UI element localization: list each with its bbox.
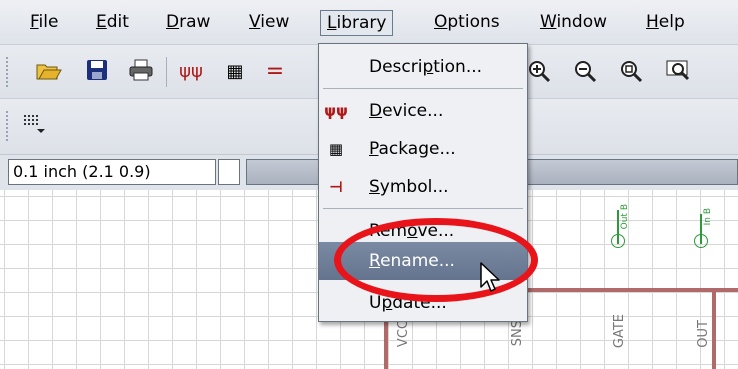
menu-item-package[interactable]: ▦ Package... [319, 130, 527, 168]
menu-mnemonic: D [166, 12, 180, 32]
pin-circle[interactable] [694, 234, 708, 248]
menu-mnemonic: V [249, 12, 261, 32]
pin-name: In B [703, 208, 713, 226]
zoom-in-icon[interactable] [526, 59, 552, 85]
menu-item-symbol[interactable]: ⊣ Symbol... [319, 168, 527, 206]
pin-label: VCC [396, 320, 411, 348]
mouse-pointer-icon [480, 262, 502, 298]
menu-item-description[interactable]: Description... [319, 48, 527, 86]
menu-mnemonic: E [96, 12, 107, 32]
save-icon[interactable] [84, 59, 110, 85]
menu-separator [323, 88, 523, 89]
menu-draw[interactable]: Draw [160, 10, 216, 36]
toolbar-grip[interactable] [6, 111, 12, 141]
pin-label: GATE [612, 314, 627, 349]
menu-edit[interactable]: Edit [90, 10, 135, 36]
device-icon[interactable]: ψψ [178, 59, 204, 85]
open-folder-icon[interactable] [36, 59, 62, 85]
menu-view[interactable]: View [243, 10, 295, 36]
menu-bar: File Edit Draw View Library Options Wind… [0, 0, 738, 44]
menu-help[interactable]: Help [640, 10, 691, 36]
menu-mnemonic: H [646, 12, 659, 32]
symbol-icon: ⊣ [329, 178, 343, 196]
pin-name: Out B [620, 204, 630, 230]
menu-options[interactable]: Options [428, 10, 506, 36]
pin-label: OUT [696, 320, 711, 348]
menu-library[interactable]: Library [320, 10, 394, 36]
pin-circle[interactable] [611, 234, 625, 248]
print-icon[interactable] [128, 59, 154, 85]
menu-item-device[interactable]: ψψ Device... [319, 92, 527, 130]
symbol-icon[interactable]: = [262, 59, 288, 85]
zoom-fit-icon[interactable] [618, 59, 644, 85]
net-wire[interactable] [712, 288, 716, 369]
zoom-select-icon[interactable] [666, 59, 692, 85]
menu-mnemonic: W [540, 12, 557, 32]
package-icon: ▦ [328, 140, 344, 158]
menu-window[interactable]: Window [534, 10, 613, 36]
device-icon: ψψ [324, 102, 348, 120]
menu-separator [323, 208, 523, 209]
toolbar-separator [166, 57, 167, 87]
annotation-ellipse [334, 218, 538, 302]
package-icon[interactable]: ▦ [222, 59, 248, 85]
pin-label: SNS [510, 320, 525, 347]
zoom-out-icon[interactable] [572, 59, 598, 85]
menu-mnemonic: O [434, 12, 448, 32]
grid-icon[interactable] [22, 113, 48, 139]
coordinate-display: 0.1 inch (2.1 0.9) [8, 159, 216, 185]
toolbar-grip[interactable] [6, 57, 12, 87]
grid-unit-box[interactable] [218, 159, 240, 185]
menu-mnemonic: F [30, 12, 39, 32]
menu-file[interactable]: File [24, 10, 64, 36]
